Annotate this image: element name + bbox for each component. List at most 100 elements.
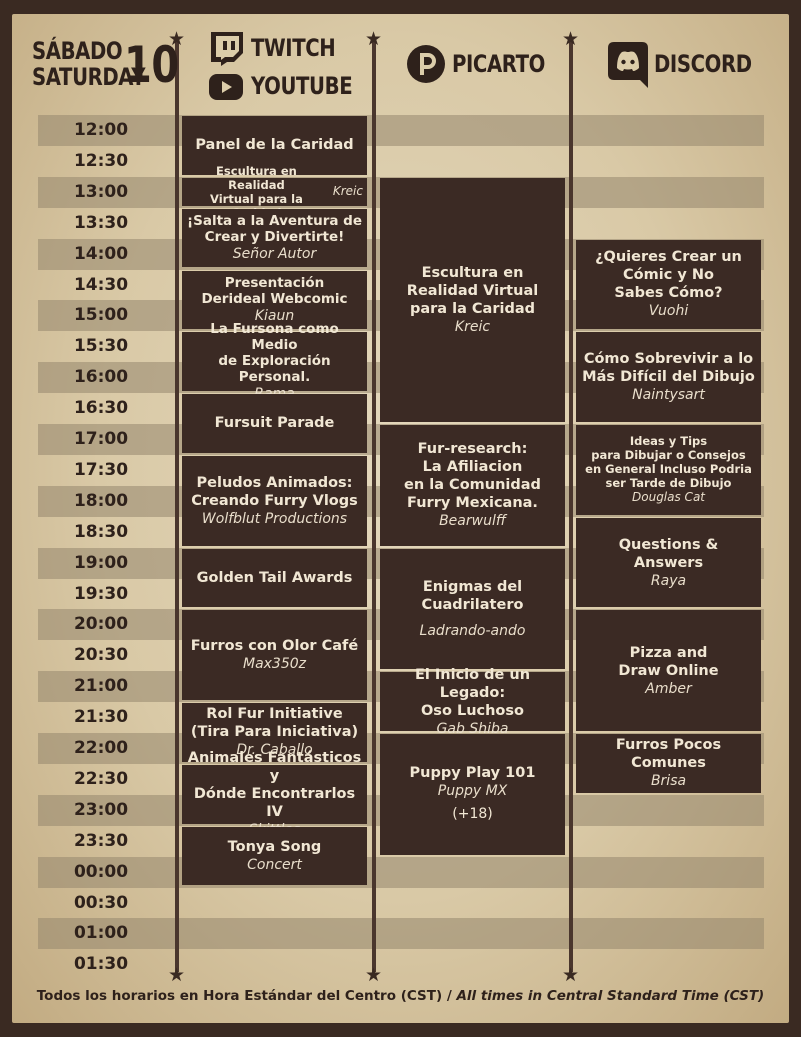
twitch-event: Fursuit Parade <box>182 394 367 453</box>
time-label: 22:00 <box>73 738 129 758</box>
twitch-event: Escultura en Realidad Virtual para la Ca… <box>182 164 367 220</box>
time-label: 21:00 <box>73 676 129 697</box>
column-divider <box>372 40 376 972</box>
event-presenter: Max350z <box>242 656 306 673</box>
event-title: Enigmas del Cuadrilatero <box>421 578 524 613</box>
youtube-label: YOUTUBE <box>251 72 353 100</box>
event-title: ¿Quieres Crear un Cómic y No Sabes Cómo? <box>595 249 742 302</box>
time-label: 01:30 <box>73 954 129 975</box>
event-title: Escultura en Realidad Virtual para la Ca… <box>406 264 539 317</box>
twitch-event: Tonya Song Concert <box>182 826 367 886</box>
row-stripe <box>38 918 764 950</box>
star-icon: ★ <box>562 28 580 50</box>
event-title: Tonya Song <box>227 839 322 856</box>
time-label: 12:00 <box>73 120 129 140</box>
twitch-event: Peludos Animados: Creando Furry Vlogs Wol… <box>182 455 367 546</box>
event-title: ¡Salta a la Aventura de Crear y Divertir… <box>186 213 362 246</box>
discord-event: Furros Pocos Comunes Brisa <box>576 734 761 793</box>
discord-label: DISCORD <box>654 50 752 78</box>
time-label: 15:00 <box>73 305 129 326</box>
event-presenter: Brisa <box>650 773 687 790</box>
event-presenter: Ladrando-ando <box>419 622 526 639</box>
picarto-label: PICARTO <box>452 50 545 78</box>
event-title: El Inicio de un Legado: Oso Luchoso <box>414 666 531 719</box>
event-title: Peludos Animados: Creando Furry Vlogs <box>191 474 358 509</box>
star-icon: ★ <box>365 964 383 986</box>
row-stripe <box>38 115 764 146</box>
twitch-event: Golden Tail Awards <box>182 548 367 608</box>
time-label: 14:00 <box>73 243 129 264</box>
time-label: 20:30 <box>73 645 129 666</box>
event-title: Ideas y Tips para Dibujar o Consejos en … <box>585 434 752 491</box>
time-label: 12:30 <box>73 150 129 171</box>
time-label: 23:00 <box>73 799 129 820</box>
day-number: 10 <box>124 36 179 94</box>
event-presenter: Raya <box>650 572 687 589</box>
time-label: 19:00 <box>73 552 129 573</box>
event-title: Fur-research: La Afiliacion en la Comuni… <box>404 441 541 512</box>
time-label: 17:00 <box>73 429 129 449</box>
timezone-note-es: Todos los horarios en Hora Estándar del … <box>36 988 457 1004</box>
time-label: 18:30 <box>73 521 129 542</box>
picarto-event: Enigmas del Cuadrilatero Ladrando-ando <box>380 548 565 670</box>
picarto-event: Escultura en Realidad Virtual para la Ca… <box>380 177 565 422</box>
discord-event: ¿Quieres Crear un Cómic y No Sabes Cómo?… <box>576 239 761 330</box>
event-title: Cómo Sobrevivir a lo Más Difícil del Dib… <box>582 351 755 386</box>
timezone-note: Todos los horarios en Hora Estándar del … <box>0 988 801 1004</box>
event-presenter: Vuohi <box>648 303 689 320</box>
youtube-icon <box>209 74 243 100</box>
event-title: Panel de la Caridad <box>195 137 354 154</box>
time-label: 19:30 <box>73 583 129 604</box>
event-title: Puppy Play 101 <box>409 765 536 782</box>
twitch-event: La Fursona como Medio de Exploración Per… <box>182 321 367 402</box>
twitch-event: Animales Fantásticos y Dónde Encontrarlo… <box>182 750 367 838</box>
timezone-note-en: All times in Central Standard Time (CST) <box>456 988 765 1004</box>
event-title: Furros Pocos Comunes <box>615 737 722 772</box>
time-label: 13:30 <box>73 212 129 233</box>
event-title: Questions & Answers <box>618 536 719 571</box>
picarto-event: Puppy Play 101 Puppy MX (+18) <box>380 734 565 855</box>
event-title: Presentación Derideal Webcomic <box>201 274 348 307</box>
time-label: 16:00 <box>73 367 129 388</box>
event-presenter: Wolfblut Productions <box>201 510 348 527</box>
event-title: Golden Tail Awards <box>196 569 353 586</box>
discord-event: Questions & Answers Raya <box>576 517 761 608</box>
event-title: La Fursona como Medio de Exploración Per… <box>210 320 339 385</box>
event-presenter: Kreic <box>454 318 491 335</box>
column-divider <box>175 40 179 972</box>
twitch-icon <box>211 32 243 66</box>
event-title: Rol Fur Initiative (Tira Para Iniciativa… <box>190 706 359 741</box>
event-title: Furros con Olor Café <box>190 638 359 655</box>
picarto-event: El Inicio de un Legado: Oso Luchoso Gab S… <box>380 667 565 737</box>
event-presenter: Puppy MX <box>437 783 508 800</box>
time-label: 18:00 <box>73 490 129 511</box>
star-icon: ★ <box>562 964 580 986</box>
time-label: 15:30 <box>73 336 129 357</box>
column-divider <box>569 40 573 972</box>
discord-icon <box>608 42 648 88</box>
star-icon: ★ <box>168 964 186 986</box>
time-label: 13:00 <box>73 181 129 202</box>
event-rating: (+18) <box>452 806 493 823</box>
time-label: 01:00 <box>73 923 129 944</box>
discord-event: Pizza and Draw Online Amber <box>576 610 761 731</box>
star-icon: ★ <box>365 28 383 50</box>
twitch-event: ¡Salta a la Aventura de Crear y Divertir… <box>182 208 367 268</box>
twitch-header: TWITCH YOUTUBE <box>205 32 355 104</box>
event-presenter: Concert <box>247 857 302 874</box>
time-label: 22:30 <box>73 768 129 789</box>
event-presenter: Bearwulff <box>439 513 506 530</box>
event-title: Fursuit Parade <box>214 415 335 432</box>
event-title: Animales Fantásticos y Dónde Encontrarlo… <box>187 750 362 821</box>
event-presenter: Señor Autor <box>232 246 317 263</box>
event-presenter: Kreic <box>332 184 363 199</box>
time-label: 00:00 <box>73 861 129 882</box>
time-label: 14:30 <box>73 274 129 295</box>
twitch-label: TWITCH <box>251 34 336 62</box>
event-presenter: Naintysart <box>632 387 705 404</box>
twitch-event: Furros con Olor Café Max350z <box>182 610 367 701</box>
picarto-header: PICARTO <box>406 44 556 88</box>
picarto-event: Fur-research: La Afiliacion en la Comuni… <box>380 425 565 546</box>
time-label: 00:30 <box>73 892 129 913</box>
time-label: 20:00 <box>73 614 129 635</box>
